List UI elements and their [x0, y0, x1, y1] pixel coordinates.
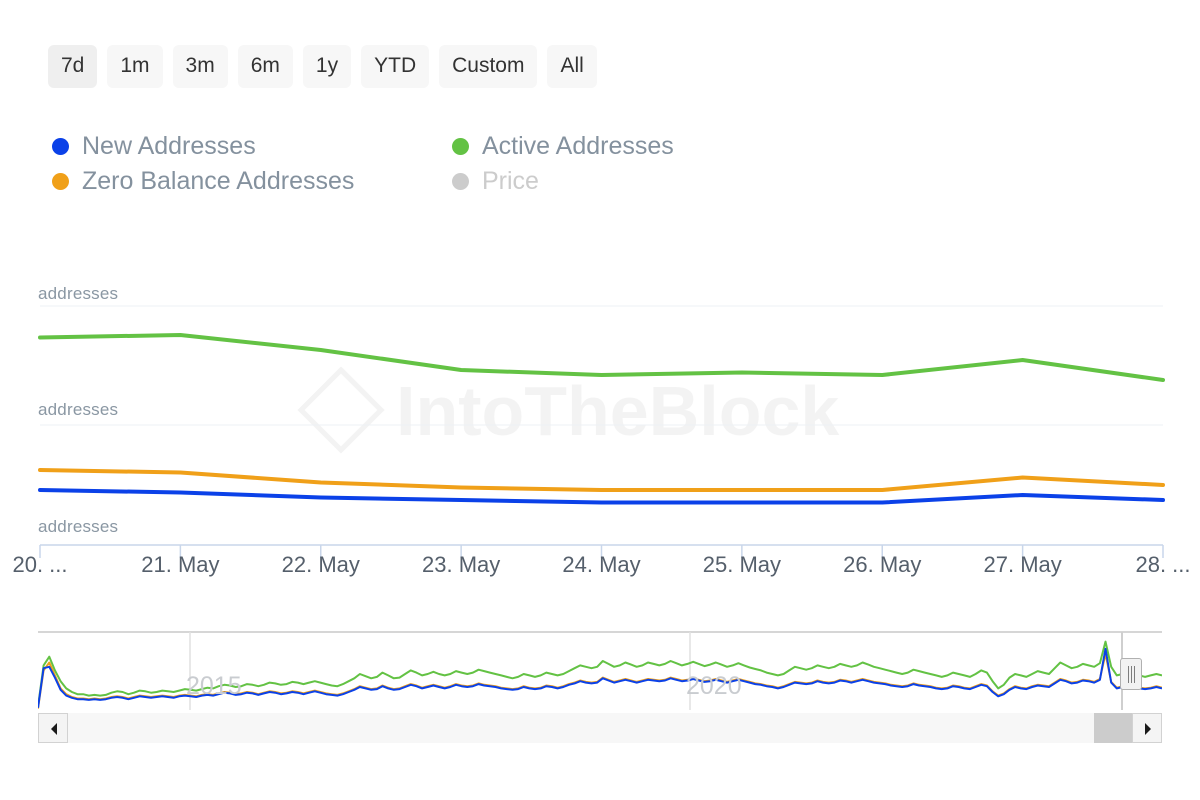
- chart-widget: 7d 1m 3m 6m 1y YTD Custom All New Addresses Acti…: [0, 0, 1200, 800]
- x-axis-labels: 20. ... 21. May 22. May 23. May 24. May 25. M…: [0, 552, 1200, 592]
- legend-label: Zero Balance Addresses: [82, 166, 355, 195]
- legend-label: Price: [482, 166, 539, 195]
- x-axis-tick-label: 27. May: [983, 552, 1062, 577]
- x-axis-tick-label: 23. May: [421, 552, 501, 577]
- x-axis-tick-label: 25. May: [702, 552, 782, 577]
- range-button-6m[interactable]: 6m: [237, 45, 293, 88]
- range-button-1y[interactable]: 1y: [302, 45, 352, 88]
- range-button-custom[interactable]: Custom: [439, 45, 538, 88]
- horizontal-scrollbar[interactable]: [38, 713, 1162, 743]
- chart-plot-area: IntoTheBlock addresses addresses address…: [0, 250, 1200, 570]
- chart-navigator[interactable]: 2015 2020: [38, 620, 1162, 715]
- range-button-1m[interactable]: 1m: [107, 45, 163, 88]
- y-axis-label-middle: addresses: [38, 400, 119, 419]
- legend-item-new-addresses[interactable]: New Addresses: [52, 132, 452, 161]
- legend-item-active-addresses[interactable]: Active Addresses: [452, 132, 674, 161]
- scroll-right-button[interactable]: [1132, 713, 1162, 743]
- y-axis-label-bottom: addresses: [38, 517, 119, 536]
- navigator-year-label-1: 2015: [186, 672, 242, 700]
- chart-legend: New Addresses Active Addresses Zero Balanc…: [52, 132, 812, 202]
- x-axis-tick-label: 24. May: [562, 552, 641, 577]
- x-axis-tick-label: 22. May: [281, 552, 360, 577]
- x-axis-tick-label: 21. May: [141, 552, 220, 577]
- legend-item-price[interactable]: Price: [452, 167, 539, 196]
- range-selector: 7d 1m 3m 6m 1y YTD Custom All: [48, 45, 597, 88]
- range-button-ytd[interactable]: YTD: [361, 45, 430, 88]
- navigator-right-handle[interactable]: [1120, 658, 1142, 690]
- range-button-7d[interactable]: 7d: [48, 45, 98, 88]
- legend-item-zero-balance-addresses[interactable]: Zero Balance Addresses: [52, 167, 452, 196]
- scrollbar-track[interactable]: [68, 713, 1132, 743]
- x-axis-tick-label: 20. ...: [12, 552, 68, 577]
- x-axis-tick-label: 26. May: [843, 552, 922, 577]
- legend-label: New Addresses: [82, 132, 256, 160]
- y-axis-label-top: addresses: [38, 284, 119, 303]
- legend-color-dot: [452, 137, 469, 155]
- legend-label: Active Addresses: [482, 132, 674, 160]
- x-axis-tick-label: 28. ...: [1135, 552, 1191, 577]
- scrollbar-thumb[interactable]: [1094, 713, 1132, 743]
- range-button-all[interactable]: All: [547, 45, 597, 88]
- legend-color-dot: [452, 172, 469, 190]
- legend-color-dot: [52, 172, 69, 190]
- scroll-left-button[interactable]: [38, 713, 68, 743]
- legend-color-dot: [52, 137, 69, 155]
- navigator-year-label-2: 2020: [686, 672, 742, 700]
- chart-lines: [38, 305, 1165, 558]
- range-button-3m[interactable]: 3m: [172, 45, 228, 88]
